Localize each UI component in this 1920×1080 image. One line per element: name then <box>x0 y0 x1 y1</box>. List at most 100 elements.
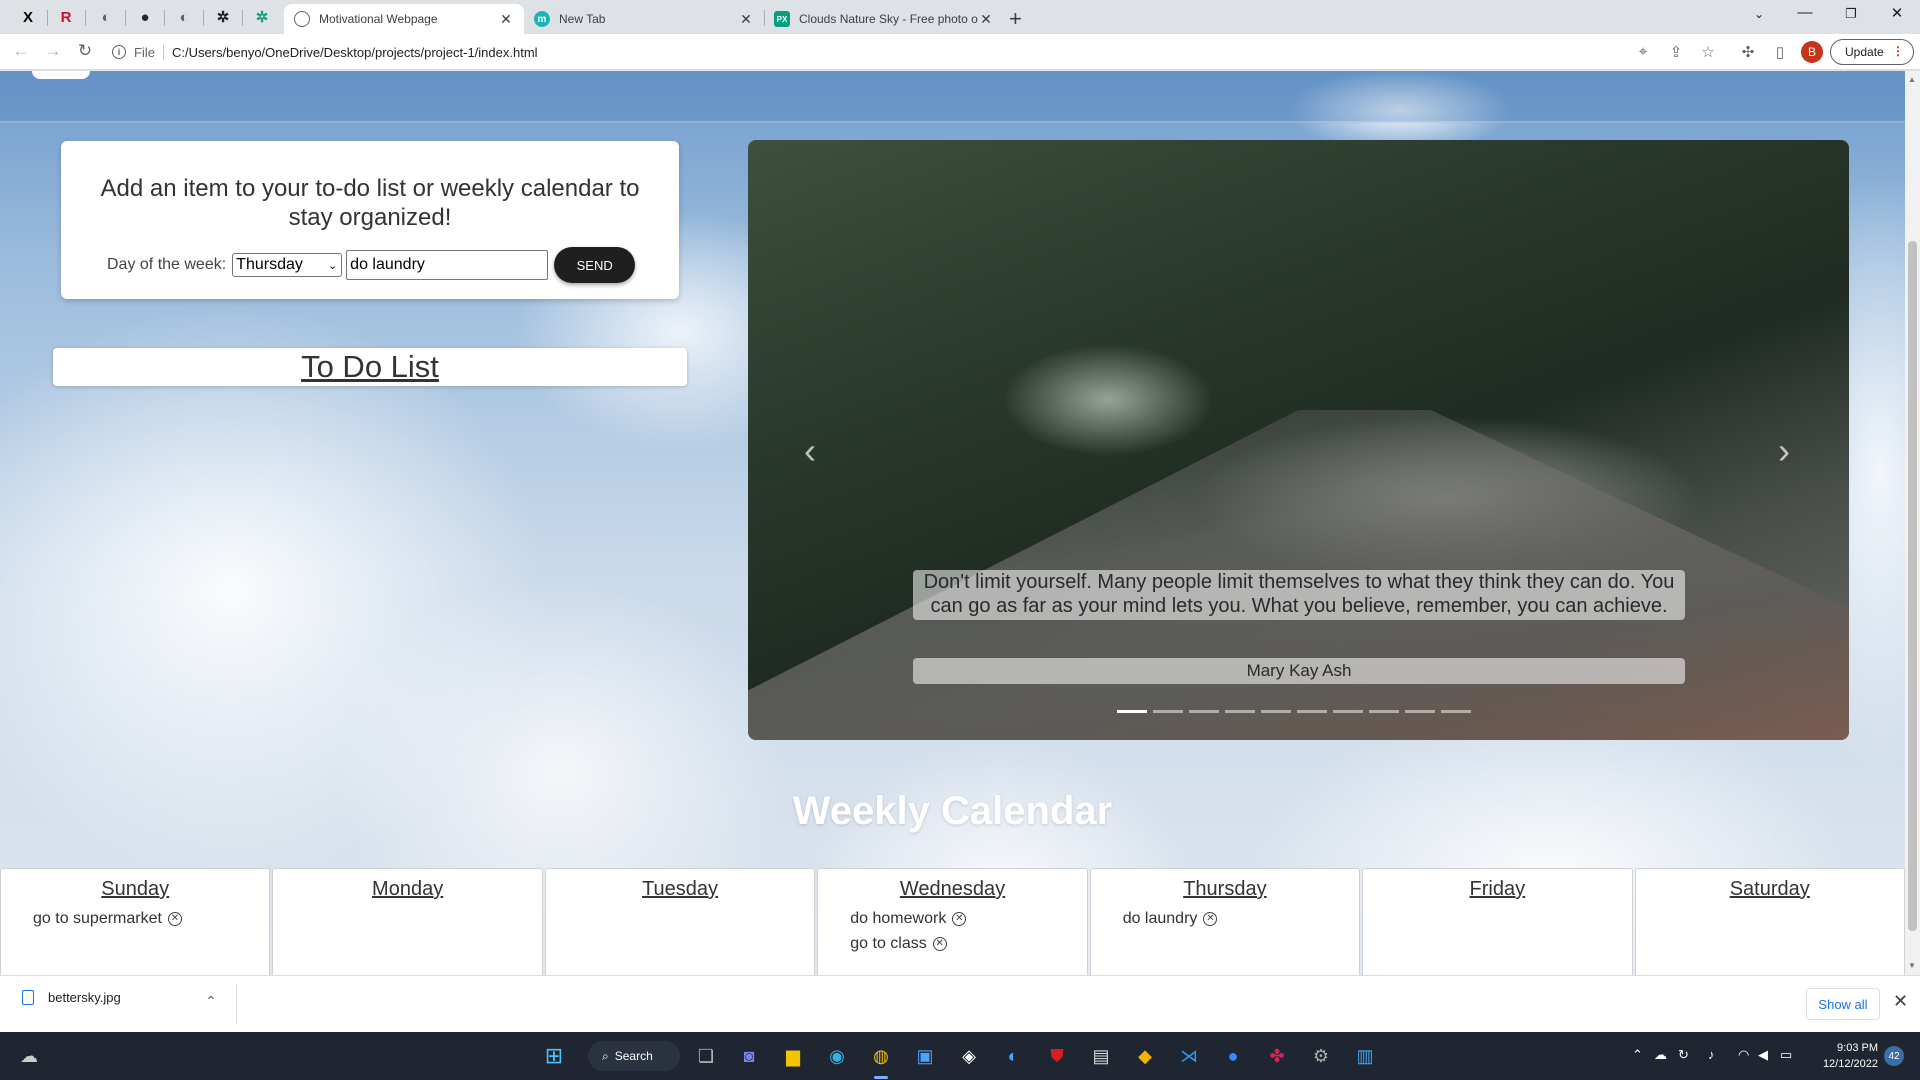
notification-badge[interactable]: 42 <box>1884 1046 1904 1066</box>
remove-task-icon[interactable]: ✕ <box>1203 911 1218 926</box>
file-icon <box>22 990 34 1005</box>
close-icon[interactable]: ✕ <box>978 11 994 28</box>
wifi-icon[interactable]: ◠ <box>1738 1047 1749 1063</box>
clock-time: 9:03 PM <box>1837 1042 1878 1054</box>
info-icon[interactable]: i <box>112 45 126 59</box>
bookmark-star-icon[interactable]: ☆ <box>1698 43 1718 61</box>
carousel-indicator[interactable] <box>1261 710 1291 713</box>
carousel-indicator[interactable] <box>1369 710 1399 713</box>
slack-icon[interactable]: ✤ <box>1263 1042 1291 1070</box>
vscode-icon[interactable]: ⋊ <box>1175 1042 1203 1070</box>
git-icon[interactable]: ◆ <box>1131 1042 1159 1070</box>
chevron-up-icon[interactable]: ⌃ <box>205 993 217 1010</box>
zoom-icon[interactable]: ● <box>1219 1042 1247 1070</box>
restore-icon[interactable]: ❐ <box>1836 6 1866 22</box>
openai-icon[interactable]: ✲ <box>209 5 237 29</box>
x-icon[interactable]: X <box>14 5 42 29</box>
battery-icon[interactable]: ▭ <box>1780 1047 1792 1063</box>
calendar-task-text: go to class <box>850 934 927 952</box>
navbar-button[interactable] <box>32 71 90 79</box>
share-icon[interactable]: ⇪ <box>1666 43 1686 61</box>
close-window-icon[interactable]: ✕ <box>1882 4 1912 22</box>
terminal-icon[interactable]: ▤ <box>1087 1042 1115 1070</box>
reload-icon[interactable]: ↻ <box>74 41 96 61</box>
calendar-task: go to class ✕ <box>850 933 1086 954</box>
remove-task-icon[interactable]: ✕ <box>167 911 182 926</box>
download-item[interactable]: bettersky.jpg <box>22 990 121 1005</box>
volume-icon[interactable]: ◀ <box>1758 1047 1768 1063</box>
close-icon[interactable]: ✕ <box>498 11 514 28</box>
python-icon[interactable]: ◐ <box>999 1042 1027 1070</box>
carousel-indicator[interactable] <box>1297 710 1327 713</box>
tab-clouds-nature-sky[interactable]: PX Clouds Nature Sky - Free photo o ✕ <box>764 4 1004 34</box>
teams-icon[interactable]: ◙ <box>735 1042 763 1070</box>
remove-task-icon[interactable]: ✕ <box>952 911 967 926</box>
close-shelf-icon[interactable]: ✕ <box>1893 991 1908 1012</box>
notepad-icon[interactable]: ▥ <box>1351 1042 1379 1070</box>
r-icon[interactable]: R <box>52 5 80 29</box>
show-all-button[interactable]: Show all <box>1806 988 1880 1020</box>
tab-new-tab[interactable]: m New Tab ✕ <box>524 4 764 34</box>
carousel-indicator[interactable] <box>1189 710 1219 713</box>
edge-icon[interactable]: ◉ <box>823 1042 851 1070</box>
url-text[interactable]: C:/Users/benyo/OneDrive/Desktop/projects… <box>172 45 538 60</box>
carousel-indicator[interactable] <box>1333 710 1363 713</box>
day-select[interactable]: Thursday ⌄ <box>232 253 343 277</box>
calendar-task-text: do homework <box>850 909 947 927</box>
chatgpt-icon[interactable]: ✲ <box>248 5 276 29</box>
update-button[interactable]: Update ⋮ <box>1830 39 1914 65</box>
carousel-next-icon[interactable]: › <box>1778 430 1790 472</box>
sync-icon[interactable]: ↻ <box>1678 1047 1689 1063</box>
scroll-down-icon[interactable]: ▼ <box>1908 961 1916 970</box>
carousel-indicator[interactable] <box>1225 710 1255 713</box>
day-column-wednesday: Wednesday do homework ✕ go to class ✕ <box>817 868 1088 975</box>
carousel-prev-icon[interactable]: ‹ <box>804 430 816 472</box>
carousel-indicator[interactable] <box>1117 710 1147 713</box>
github-desktop-icon[interactable]: ◈ <box>955 1042 983 1070</box>
globe-icon[interactable]: ◐ <box>170 5 198 29</box>
carousel-indicator[interactable] <box>1441 710 1471 713</box>
todo-list-header: To Do List <box>53 348 687 386</box>
add-item-card: Add an item to your to-do list or weekly… <box>61 141 679 299</box>
tab-motivational-webpage[interactable]: Motivational Webpage ✕ <box>284 4 524 34</box>
back-icon[interactable]: ← <box>10 41 32 61</box>
start-icon[interactable]: ⊞ <box>540 1042 568 1070</box>
new-tab-button[interactable]: + <box>1009 6 1022 32</box>
address-bar[interactable]: i File C:/Users/benyo/OneDrive/Desktop/p… <box>112 39 1652 65</box>
file-explorer-icon[interactable]: ▆ <box>779 1042 807 1070</box>
settings-icon[interactable]: ⚙ <box>1307 1042 1335 1070</box>
taskbar-search[interactable]: ⌕ Search <box>588 1041 680 1071</box>
tab-separator <box>85 10 86 26</box>
store-icon[interactable]: ▣ <box>911 1042 939 1070</box>
scroll-thumb[interactable] <box>1908 241 1917 931</box>
day-column-saturday: Saturday <box>1634 868 1905 975</box>
tab-search-icon[interactable]: ⌄ <box>1744 7 1774 21</box>
profile-avatar[interactable]: B <box>1801 41 1823 63</box>
task-input[interactable]: do laundry <box>346 250 549 280</box>
remove-task-icon[interactable]: ✕ <box>932 936 947 951</box>
scroll-up-icon[interactable]: ▲ <box>1908 75 1916 84</box>
send-button[interactable]: SEND <box>554 247 636 283</box>
quote-carousel: ‹ › Don't limit yourself. Many people li… <box>748 140 1849 740</box>
forward-icon[interactable]: → <box>42 41 64 61</box>
chrome-icon[interactable]: ◍ <box>867 1042 895 1070</box>
mcafee-icon[interactable]: ⛊ <box>1043 1042 1071 1070</box>
side-panel-icon[interactable]: ▯ <box>1770 43 1790 61</box>
github-icon[interactable]: ● <box>131 5 159 29</box>
widgets-icon[interactable]: ☁ <box>15 1042 43 1070</box>
minimize-icon[interactable]: — <box>1790 4 1820 21</box>
carousel-indicator[interactable] <box>1405 710 1435 713</box>
close-icon[interactable]: ✕ <box>738 11 754 28</box>
microphone-icon[interactable]: ♪ <box>1708 1047 1715 1062</box>
onedrive-icon[interactable]: ☁ <box>1654 1047 1667 1063</box>
globe-icon[interactable]: ◐ <box>92 5 120 29</box>
chevron-up-icon[interactable]: ⌃ <box>1632 1047 1643 1063</box>
page-scrollbar[interactable]: ▲ ▼ <box>1905 71 1920 975</box>
task-view-icon[interactable]: ❏ <box>692 1042 720 1070</box>
browser-toolbar: ← → ↻ i File C:/Users/benyo/OneDrive/Des… <box>0 34 1920 70</box>
globe-icon <box>294 11 310 27</box>
location-icon[interactable]: ⌖ <box>1633 43 1653 60</box>
carousel-indicator[interactable] <box>1153 710 1183 713</box>
taskbar-clock[interactable]: 9:03 PM 12/12/2022 <box>1802 1040 1878 1072</box>
extensions-icon[interactable]: ✣ <box>1738 43 1758 61</box>
